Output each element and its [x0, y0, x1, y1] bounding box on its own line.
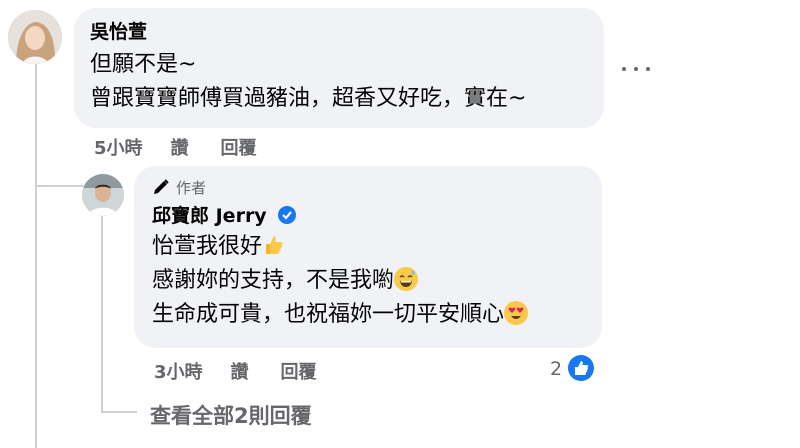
comment-text-line: 曾跟寶寶師傅買過豬油，超香又好吃，實在~	[90, 86, 527, 111]
reply-thread-elbow	[101, 411, 137, 413]
reply-text-line: 感謝妳的支持，不是我喲	[152, 268, 395, 293]
view-all-replies-link[interactable]: 查看全部2則回覆	[150, 400, 312, 430]
like-reaction-icon[interactable]	[568, 355, 594, 381]
verified-badge-icon	[277, 206, 296, 224]
comment-bubble: 吳怡萱 但願不是~ 曾跟寶寶師傅買過豬油，超香又好吃，實在~	[74, 8, 604, 128]
reply-actions: 3小時 讚 回覆	[154, 358, 349, 384]
commenter-name[interactable]: 吳怡萱	[90, 20, 588, 44]
author-badge: 作者	[152, 176, 584, 198]
author-badge-label: 作者	[176, 178, 207, 197]
author-avatar[interactable]	[82, 174, 124, 216]
reply-author-name[interactable]: 邱寶郎 Jerry	[152, 205, 267, 227]
thread-line-vertical	[35, 64, 37, 448]
reply-text-line: 怡萱我很好	[152, 234, 263, 259]
reply-reply-button[interactable]: 回覆	[281, 358, 317, 384]
thumbs-up-emoji-icon	[262, 233, 286, 257]
more-icon[interactable]	[622, 60, 650, 78]
comment-text-line: 但願不是~	[90, 52, 197, 77]
reply-text-line: 生命成可貴，也祝福妳一切平安順心	[152, 302, 505, 327]
like-button[interactable]: 讚	[171, 134, 189, 160]
grinning-sweat-emoji-icon	[394, 267, 419, 291]
comment-timestamp[interactable]: 5小時	[94, 134, 143, 160]
reply-bubble: 作者 邱寶郎 Jerry 怡萱我很好 感謝妳的支持，不是我喲 生命成可貴，也祝福…	[134, 166, 602, 348]
heart-eyes-emoji-icon	[504, 301, 529, 325]
thread-line-elbow	[35, 185, 83, 187]
pencil-icon	[154, 179, 169, 194]
reply-button[interactable]: 回覆	[221, 134, 257, 160]
commenter-avatar[interactable]	[8, 10, 62, 64]
reply-like-button[interactable]: 讚	[231, 358, 249, 384]
comment-actions: 5小時 讚 回覆	[94, 134, 289, 160]
reaction-count[interactable]: 2	[550, 358, 562, 380]
reply-timestamp[interactable]: 3小時	[154, 358, 203, 384]
reply-thread-line	[101, 216, 103, 412]
